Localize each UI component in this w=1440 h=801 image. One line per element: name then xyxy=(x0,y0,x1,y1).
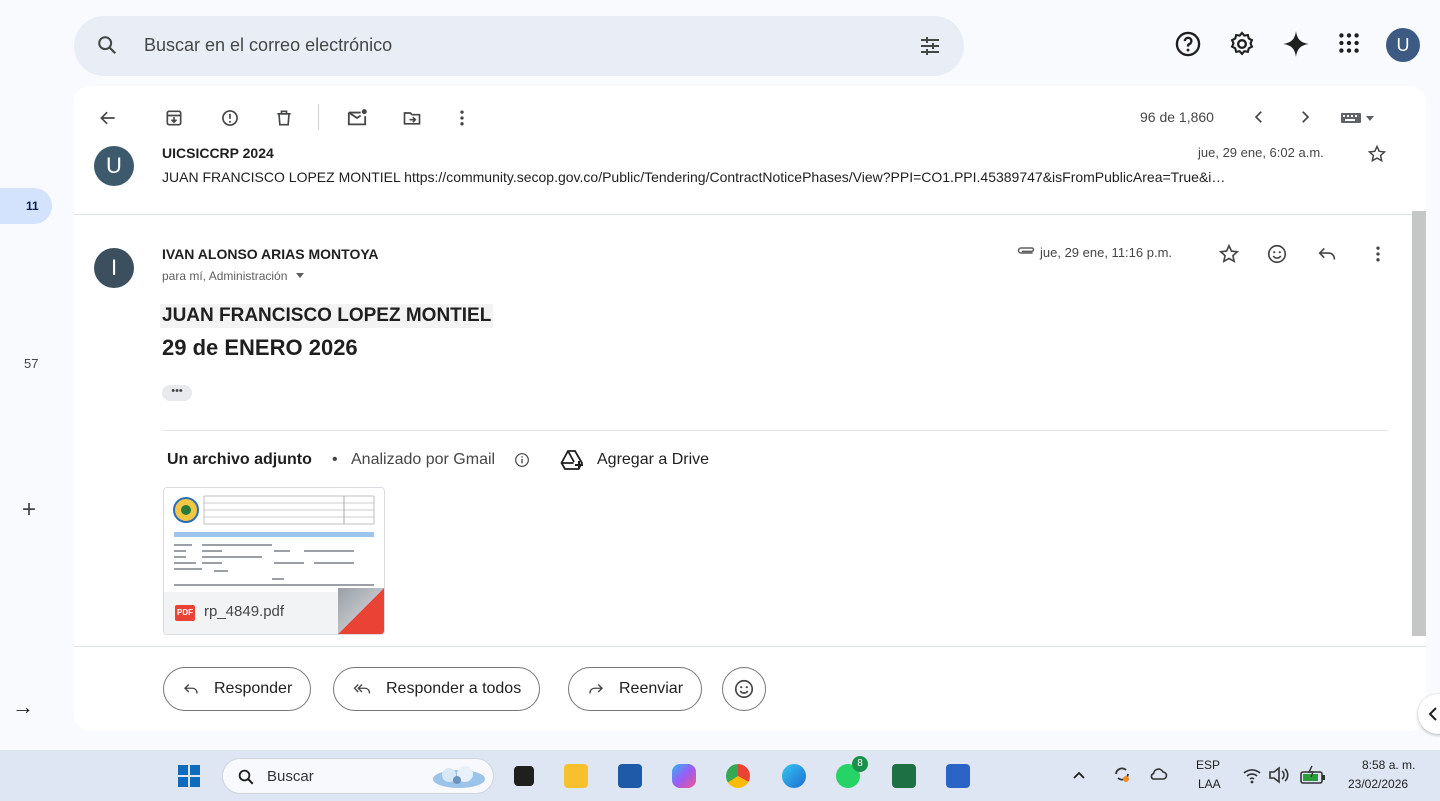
file-explorer-icon[interactable] xyxy=(564,764,588,788)
windows-start-icon[interactable] xyxy=(178,765,200,787)
attachment-card[interactable]: PDF rp_4849.pdf xyxy=(163,487,385,635)
emoji-reaction-button[interactable] xyxy=(722,667,766,711)
search-icon xyxy=(237,768,255,786)
add-to-drive-icon[interactable] xyxy=(560,448,586,472)
apps-grid-icon[interactable] xyxy=(1336,30,1362,56)
pagination-text: 96 de 1,860 xyxy=(1140,109,1214,125)
language-indicator-bottom[interactable]: LAA xyxy=(1198,777,1221,791)
forward-icon xyxy=(587,680,605,698)
wifi-icon[interactable] xyxy=(1242,766,1262,784)
attachment-clip-icon xyxy=(1016,246,1036,260)
add-reaction-icon[interactable] xyxy=(1266,243,1288,265)
account-avatar[interactable]: U xyxy=(1386,28,1420,62)
sender-avatar[interactable]: I xyxy=(94,248,134,288)
clock-date[interactable]: 23/02/2026 xyxy=(1348,777,1408,791)
body-name-text: JUAN FRANCISCO LOPEZ MONTIEL xyxy=(160,304,494,328)
excel-icon[interactable] xyxy=(892,764,916,788)
sender-avatar[interactable]: U xyxy=(94,146,134,186)
clock-time[interactable]: 8:58 a. m. xyxy=(1362,758,1415,772)
reply-icon[interactable] xyxy=(1316,243,1338,265)
sender-name[interactable]: IVAN ALONSO ARIAS MONTOYA xyxy=(162,246,379,262)
info-icon[interactable] xyxy=(514,452,530,468)
reply-all-button[interactable]: Responder a todos xyxy=(333,667,541,711)
attachments-divider xyxy=(162,430,1388,431)
settings-icon[interactable] xyxy=(1228,30,1256,58)
page-fold-shadow xyxy=(338,588,384,634)
rail-unread-badge[interactable]: 11 xyxy=(0,188,52,224)
delete-icon[interactable] xyxy=(274,108,294,128)
show-trimmed-content-button[interactable]: ••• xyxy=(162,385,192,401)
search-highlight-icon xyxy=(429,763,489,791)
forward-label: Reenviar xyxy=(619,680,684,697)
newer-chevron-icon[interactable] xyxy=(1250,108,1268,126)
input-tools-keyboard-icon[interactable] xyxy=(1340,111,1376,125)
scrollbar-thumb[interactable] xyxy=(1412,211,1426,636)
toolbar-divider xyxy=(318,104,319,130)
star-icon[interactable] xyxy=(1367,144,1387,164)
battery-charging-icon[interactable] xyxy=(1300,765,1326,785)
chevron-down-icon[interactable] xyxy=(295,269,305,283)
back-arrow-icon[interactable] xyxy=(98,108,118,128)
archive-icon[interactable] xyxy=(164,108,184,128)
more-options-icon[interactable] xyxy=(452,108,472,128)
attachment-preview-image xyxy=(164,488,384,592)
taskbar-search[interactable]: Buscar xyxy=(222,758,494,794)
message-divider xyxy=(74,214,1426,215)
report-spam-icon[interactable] xyxy=(220,108,240,128)
add-to-drive-label[interactable]: Agregar a Drive xyxy=(597,451,709,469)
copilot-icon[interactable] xyxy=(672,764,696,788)
volume-icon[interactable] xyxy=(1268,766,1290,784)
pdf-icon: PDF xyxy=(175,605,195,621)
search-icon[interactable] xyxy=(96,34,118,56)
word-icon[interactable] xyxy=(946,764,970,788)
previous-sender-name[interactable]: UICSICCRP 2024 xyxy=(162,145,274,161)
add-icon[interactable]: + xyxy=(22,496,36,524)
previous-message-snippet[interactable]: JUAN FRANCISCO LOPEZ MONTIEL https://com… xyxy=(162,169,1388,185)
emoji-icon xyxy=(733,678,755,700)
attachments-title: Un archivo adjunto xyxy=(167,451,312,468)
search-input[interactable]: Buscar en el correo electrónico xyxy=(144,35,392,56)
older-chevron-icon[interactable] xyxy=(1296,108,1314,126)
edge-icon[interactable] xyxy=(782,764,806,788)
chrome-icon[interactable] xyxy=(726,764,750,788)
star-icon[interactable] xyxy=(1218,243,1240,265)
taskbar: Buscar 8 ESP LAA 8:58 a. m. 23/02/2026 xyxy=(0,750,1440,801)
gemini-sparkle-icon[interactable] xyxy=(1282,30,1310,58)
search-options-icon[interactable] xyxy=(918,34,942,58)
recipients-dropdown[interactable]: para mí, Administración xyxy=(162,269,305,283)
search-bar[interactable]: Buscar en el correo electrónico xyxy=(74,16,964,76)
taskbar-search-label: Buscar xyxy=(267,768,314,785)
message-date: jue, 29 ene, 11:16 p.m. xyxy=(1040,245,1173,260)
reply-button[interactable]: Responder xyxy=(163,667,312,711)
more-options-icon[interactable] xyxy=(1368,243,1388,265)
conversation-panel: 96 de 1,860 U UICSICCRP 2024 JUAN FRANCI… xyxy=(74,86,1426,731)
mark-unread-icon[interactable] xyxy=(346,108,368,128)
language-indicator-top[interactable]: ESP xyxy=(1196,758,1220,772)
move-to-icon[interactable] xyxy=(402,108,422,128)
onedrive-cloud-icon[interactable] xyxy=(1148,766,1168,782)
attachment-file-name[interactable]: rp_4849.pdf xyxy=(204,603,284,620)
body-date-text: 29 de ENERO 2026 xyxy=(162,335,358,360)
scanned-by-gmail-text: Analizado por Gmail xyxy=(351,451,496,468)
microsoft-store-icon[interactable] xyxy=(618,764,642,788)
expand-arrow-icon[interactable]: → xyxy=(12,694,34,720)
task-view-icon[interactable] xyxy=(514,766,534,786)
attachments-separator: • xyxy=(332,451,338,468)
sync-status-icon[interactable] xyxy=(1112,764,1132,784)
previous-message-date: jue, 29 ene, 6:02 a.m. xyxy=(1198,145,1324,160)
reply-icon xyxy=(182,680,200,698)
tray-chevron-icon[interactable] xyxy=(1072,769,1086,781)
forward-button[interactable]: Reenviar xyxy=(568,667,703,711)
reply-all-icon xyxy=(352,680,372,698)
reply-label: Responder xyxy=(214,680,293,697)
whatsapp-badge: 8 xyxy=(852,756,868,772)
reply-all-label: Responder a todos xyxy=(386,680,522,697)
rail-count[interactable]: 57 xyxy=(24,356,38,371)
help-icon[interactable] xyxy=(1174,30,1202,58)
actions-divider xyxy=(74,646,1426,647)
side-panel-toggle[interactable] xyxy=(1418,694,1440,734)
recipients-text: para mí, Administración xyxy=(162,269,288,283)
